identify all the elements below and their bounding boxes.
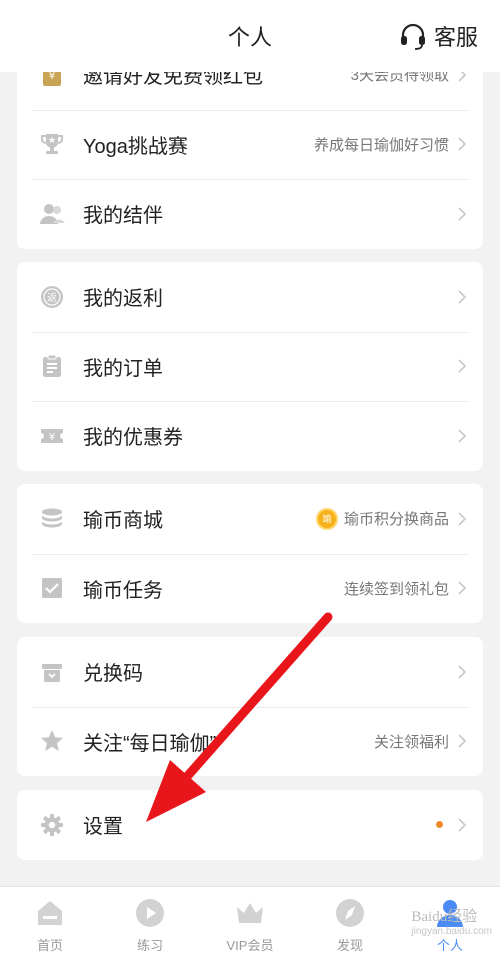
customer-service-button[interactable]: 客服: [398, 20, 478, 52]
menu-item-label: 瑜币任务: [83, 579, 163, 602]
menu-item-label: 我的返利: [83, 288, 163, 311]
compass-icon: [336, 899, 364, 927]
chevron-right-icon: [457, 511, 467, 527]
chevron-right-icon: [457, 136, 467, 152]
menu-item-orders[interactable]: 我的订单: [17, 331, 483, 402]
play-icon: [136, 899, 164, 927]
star-icon: [37, 726, 67, 756]
menu-item-follow[interactable]: 关注“每日瑜伽” 关注领福利: [17, 706, 483, 777]
watermark: Baidu经验 jingyan.baidu.com: [411, 905, 492, 937]
coin-stack-icon: [37, 504, 67, 534]
svg-text:¥: ¥: [49, 71, 55, 82]
gift-box-icon: [37, 657, 67, 687]
menu-item-redeem-code[interactable]: 兑换码: [17, 637, 483, 707]
menu-item-label: Yoga挑战赛: [83, 135, 188, 158]
coupon-icon: ¥: [37, 421, 67, 451]
chevron-right-icon: [457, 428, 467, 444]
menu-item-hint: 瑜币积分换商品: [343, 511, 449, 529]
top-navigation-bar: 个人 客服: [0, 0, 500, 72]
chevron-right-icon: [457, 817, 467, 833]
menu-item-label: 关注“每日瑜伽”: [83, 732, 217, 755]
menu-item-label: 我的订单: [83, 357, 163, 380]
coin-badge-icon: 瑜: [315, 507, 338, 530]
crown-icon: [237, 903, 263, 923]
tab-practice[interactable]: 练习: [100, 887, 200, 963]
tab-discover[interactable]: 发现: [300, 887, 400, 963]
menu-item-coupons[interactable]: ¥ 我的优惠券: [17, 401, 483, 471]
menu-item-coin-tasks[interactable]: 瑜币任务 连续签到领礼包: [17, 553, 483, 624]
chevron-right-icon: [457, 289, 467, 305]
menu-item-label: 瑜币商城: [83, 510, 163, 533]
home-icon: [38, 901, 62, 925]
svg-text:返: 返: [47, 292, 57, 304]
chevron-right-icon: [457, 733, 467, 749]
gear-icon: [37, 810, 67, 840]
watermark-url: jingyan.baidu.com: [411, 926, 492, 937]
card-account: 返 我的返利 我的订单 ¥ 我的优惠券: [17, 262, 483, 471]
chevron-right-icon: [457, 206, 467, 222]
watermark-brand: Baidu经验: [411, 909, 478, 925]
svg-text:¥: ¥: [49, 432, 55, 443]
card-coins: 瑜币商城 瑜 瑜币积分换商品 瑜币任务 连续签到领礼包: [17, 484, 483, 623]
orders-icon: [37, 351, 67, 381]
menu-item-label: 兑换码: [83, 663, 143, 686]
tab-label: 个人: [436, 938, 463, 953]
tab-label: 首页: [36, 938, 63, 953]
menu-item-label: 设置: [83, 816, 123, 839]
menu-item-hint: 养成每日瑜伽好习惯: [313, 136, 449, 154]
chevron-right-icon: [457, 358, 467, 374]
notification-dot: [436, 821, 443, 829]
tab-label: 发现: [336, 938, 363, 953]
tab-label: VIP会员: [226, 938, 274, 953]
rebate-icon: 返: [37, 282, 67, 312]
tab-label: 练习: [136, 938, 163, 953]
tab-home[interactable]: 首页: [0, 887, 100, 963]
chevron-right-icon: [457, 664, 467, 680]
tab-vip[interactable]: VIP会员: [200, 887, 300, 963]
menu-item-yoga-challenge[interactable]: Yoga挑战赛 养成每日瑜伽好习惯: [17, 109, 483, 180]
trophy-icon: [37, 129, 67, 159]
menu-item-settings[interactable]: 设置: [17, 790, 483, 860]
card-settings: 设置: [17, 790, 483, 860]
menu-item-hint: 关注领福利: [373, 733, 449, 751]
chevron-right-icon: [457, 580, 467, 596]
customer-service-label: 客服: [433, 25, 478, 50]
menu-item-rebate[interactable]: 返 我的返利: [17, 262, 483, 332]
menu-item-partners[interactable]: 我的结伴: [17, 179, 483, 249]
menu-item-label: 我的结伴: [83, 205, 163, 228]
menu-item-hint: 连续签到领礼包: [343, 580, 449, 598]
card-extras: 兑换码 关注“每日瑜伽” 关注领福利: [17, 637, 483, 776]
profile-scroll-area[interactable]: ¥ 邀请好友免费领红包 3天会员待领取 Yoga挑战赛 养成每日瑜伽好习惯 我的…: [0, 0, 500, 886]
task-check-icon: [37, 573, 67, 603]
partners-icon: [37, 199, 67, 229]
menu-item-coin-mall[interactable]: 瑜币商城 瑜 瑜币积分换商品: [17, 484, 483, 554]
headset-icon: [400, 23, 425, 50]
menu-item-label: 我的优惠券: [83, 427, 183, 450]
